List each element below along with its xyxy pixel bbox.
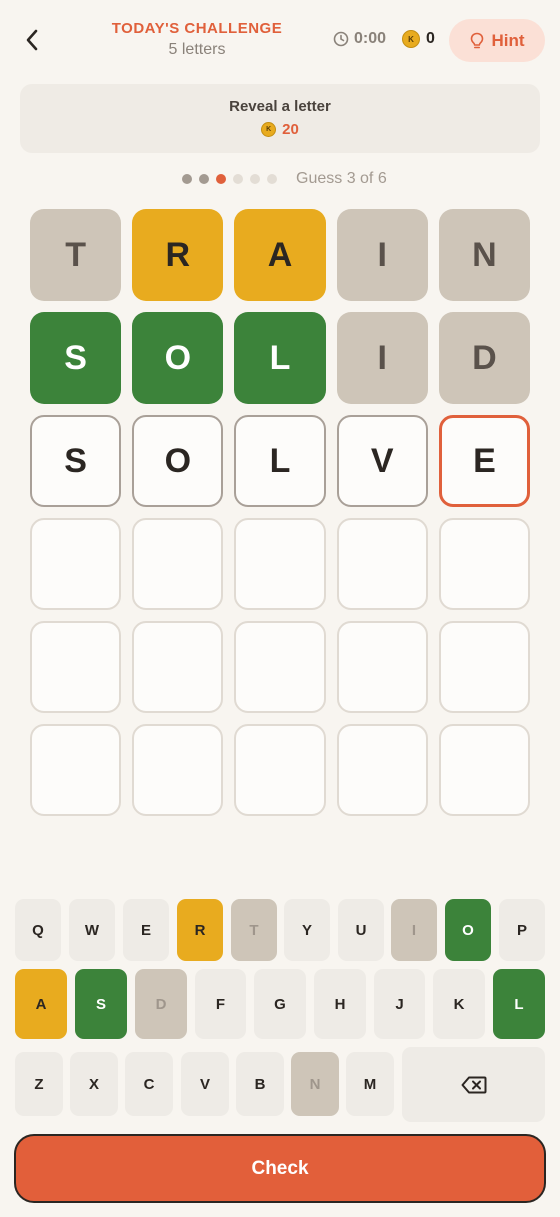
progress-dot xyxy=(182,174,192,184)
letter-tile: I xyxy=(336,209,428,301)
key-m[interactable]: M xyxy=(346,1052,394,1116)
key-d[interactable]: D xyxy=(135,969,187,1039)
letter-tile: S xyxy=(30,312,122,404)
empty-tile xyxy=(234,621,326,713)
key-e[interactable]: E xyxy=(123,899,169,961)
key-h[interactable]: H xyxy=(314,969,366,1039)
empty-tile xyxy=(30,518,122,610)
active-letter-tile[interactable]: E xyxy=(438,415,531,507)
key-w[interactable]: W xyxy=(69,899,115,961)
key-k[interactable]: K xyxy=(433,969,485,1039)
board-row xyxy=(30,724,531,816)
key-t[interactable]: T xyxy=(231,899,277,961)
empty-tile xyxy=(234,518,326,610)
key-z[interactable]: Z xyxy=(15,1052,63,1116)
letter-tile[interactable]: L xyxy=(234,415,326,507)
board-row: S O L I D xyxy=(30,312,531,404)
back-button[interactable] xyxy=(14,22,50,58)
clock-icon xyxy=(333,31,349,47)
progress-dot xyxy=(250,174,260,184)
empty-tile xyxy=(438,724,531,816)
board-row: S O L V E xyxy=(30,415,531,507)
hint-label: Hint xyxy=(491,30,525,50)
empty-tile xyxy=(132,724,224,816)
key-b[interactable]: B xyxy=(236,1052,284,1116)
letter-tile: T xyxy=(30,209,122,301)
key-v[interactable]: V xyxy=(181,1052,229,1116)
empty-tile xyxy=(336,724,428,816)
empty-tile xyxy=(336,518,428,610)
key-q[interactable]: Q xyxy=(15,899,61,961)
key-f[interactable]: F xyxy=(195,969,246,1039)
timer-value: 0:00 xyxy=(354,30,387,47)
key-u[interactable]: U xyxy=(338,899,384,961)
letter-tile[interactable]: V xyxy=(336,415,428,507)
progress-dot xyxy=(216,174,226,184)
letter-tile: N xyxy=(438,209,531,301)
game-board: T R A I N S O L I D S O L V E xyxy=(30,209,531,827)
empty-tile xyxy=(336,621,428,713)
progress-dot xyxy=(199,174,209,184)
key-a[interactable]: A xyxy=(15,969,67,1039)
hint-button[interactable]: Hint xyxy=(449,19,545,62)
empty-tile xyxy=(438,621,531,713)
key-c[interactable]: C xyxy=(125,1052,173,1116)
key-n[interactable]: N xyxy=(291,1052,339,1116)
progress-label: Guess 3 of 6 xyxy=(296,170,387,187)
backspace-icon xyxy=(461,1076,486,1093)
page-subtitle: 5 letters xyxy=(168,41,226,58)
letter-tile[interactable]: S xyxy=(30,415,122,507)
board-row xyxy=(30,518,531,610)
reveal-cost: K 20 xyxy=(20,121,540,138)
key-o[interactable]: O xyxy=(445,899,491,961)
key-g[interactable]: G xyxy=(254,969,306,1039)
empty-tile xyxy=(132,518,224,610)
letter-tile: A xyxy=(234,209,326,301)
letter-tile: R xyxy=(132,209,224,301)
empty-tile xyxy=(30,621,122,713)
lightbulb-icon xyxy=(471,32,484,48)
reveal-letter-button[interactable]: Reveal a letter K 20 xyxy=(20,84,540,153)
key-x[interactable]: X xyxy=(70,1052,118,1116)
title-block: TODAY'S CHALLENGE 5 letters xyxy=(98,20,296,59)
empty-tile xyxy=(438,518,531,610)
guess-progress: Guess 3 of 6 xyxy=(182,170,387,188)
letter-tile: I xyxy=(336,312,428,404)
empty-tile xyxy=(30,724,122,816)
key-s[interactable]: S xyxy=(75,969,127,1039)
page-title: TODAY'S CHALLENGE xyxy=(111,20,283,37)
board-row xyxy=(30,621,531,713)
empty-tile xyxy=(234,724,326,816)
progress-dot xyxy=(233,174,243,184)
key-i[interactable]: I xyxy=(391,899,437,961)
key-j[interactable]: J xyxy=(374,969,425,1039)
header: TODAY'S CHALLENGE 5 letters 0:00 K 0 Hin… xyxy=(0,0,560,84)
chevron-left-icon xyxy=(26,29,38,51)
letter-tile[interactable]: O xyxy=(132,415,224,507)
reveal-cost-value: 20 xyxy=(282,121,299,138)
reveal-title: Reveal a letter xyxy=(229,98,331,115)
coin-count: 0 xyxy=(426,30,435,47)
key-p[interactable]: P xyxy=(499,899,545,961)
board-row: T R A I N xyxy=(30,209,531,301)
empty-tile xyxy=(132,621,224,713)
progress-dot xyxy=(267,174,277,184)
letter-tile: D xyxy=(438,312,531,404)
coin-icon: K xyxy=(261,122,277,137)
coin-balance: K 0 xyxy=(402,30,435,48)
coin-icon: K xyxy=(402,30,420,48)
check-button[interactable]: Check xyxy=(14,1134,546,1203)
letter-tile: L xyxy=(234,312,326,404)
letter-tile: O xyxy=(132,312,224,404)
timer: 0:00 xyxy=(333,30,386,48)
key-r[interactable]: R xyxy=(177,899,223,961)
backspace-key[interactable] xyxy=(402,1047,545,1122)
key-l[interactable]: L xyxy=(493,969,545,1039)
key-y[interactable]: Y xyxy=(284,899,330,961)
